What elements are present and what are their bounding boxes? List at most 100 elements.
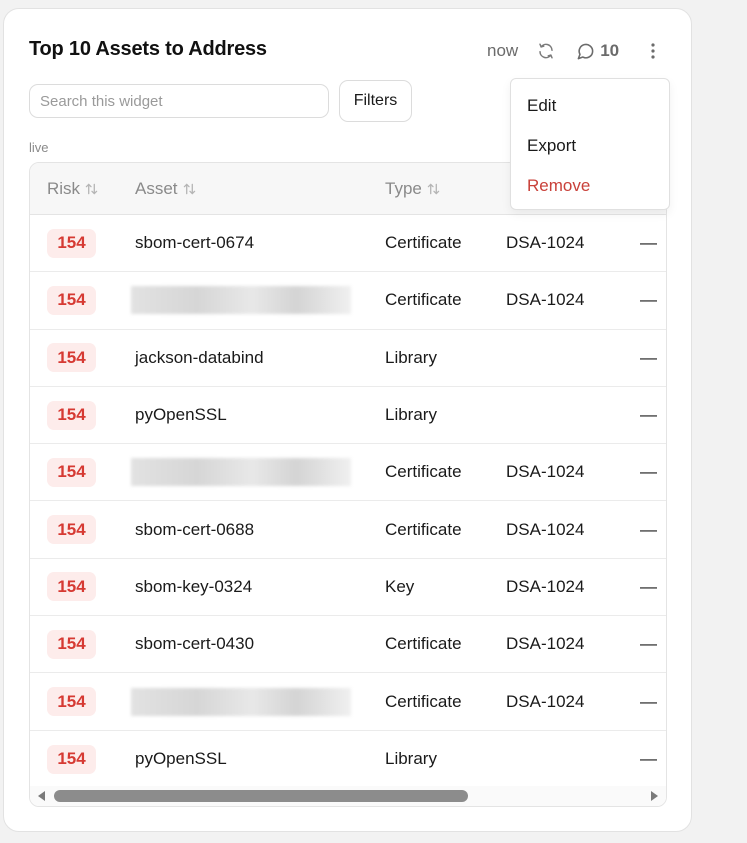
type-cell: Key (385, 576, 415, 596)
sort-icon (183, 183, 195, 195)
extra-cell: — (640, 347, 657, 367)
risk-score-badge: 154 (47, 457, 96, 487)
risk-score-badge: 154 (47, 285, 96, 315)
extra-cell: — (640, 576, 657, 596)
redacted-asset-name (131, 687, 351, 716)
asset-cell: sbom-cert-0688 (135, 501, 254, 557)
extra-cell: — (640, 749, 657, 769)
comment-count: 10 (600, 41, 620, 60)
scrollbar-thumb[interactable] (54, 790, 468, 802)
table-body: 154 sbom-cert-0674 Certificate DSA-1024—154… (30, 215, 666, 788)
risk-cell: 154 (47, 215, 96, 271)
header-actions: now 10 (487, 39, 657, 63)
risk-cell: 154 (47, 387, 96, 443)
asset-name: sbom-cert-0430 (135, 634, 255, 654)
column-header-risk[interactable]: Risk (47, 163, 98, 215)
risk-cell: 154 (47, 444, 96, 500)
refresh-icon (539, 43, 553, 59)
algorithm-cell: DSA-1024 (506, 634, 585, 654)
table-row[interactable]: 154 Certificate DSA-1024 — (30, 444, 666, 502)
comments-button[interactable]: 10 (576, 41, 619, 61)
algorithm-cell: DSA-1024 (506, 462, 585, 482)
risk-cell: 154 (47, 616, 96, 672)
table-row[interactable]: 154 Certificate DSA-1024 — (30, 272, 666, 330)
type-cell: Library (385, 405, 437, 425)
type-cell: Library (385, 347, 437, 367)
extra-cell: — (640, 233, 657, 253)
refresh-button[interactable] (536, 41, 556, 61)
algorithm-cell: DSA-1024 (506, 233, 585, 253)
risk-cell: 154 (47, 559, 96, 615)
type-cell: Certificate (385, 290, 462, 310)
extra-cell: — (640, 691, 657, 711)
risk-cell: 154 (47, 330, 96, 386)
asset-name: sbom-key-0324 (135, 576, 253, 596)
risk-score-badge: 154 (47, 515, 96, 545)
more-options-button[interactable] (649, 41, 657, 61)
asset-cell: sbom-cert-0430 (135, 616, 254, 672)
table-row[interactable]: 154 pyOpenSSL Library — (30, 731, 666, 788)
asset-cell (131, 444, 351, 500)
column-label: Type (385, 179, 422, 198)
asset-cell: sbom-key-0324 (135, 559, 252, 615)
asset-name: pyOpenSSL (135, 749, 227, 769)
column-label: Asset (135, 179, 178, 198)
type-cell: Certificate (385, 519, 462, 539)
updated-label: now (487, 41, 519, 60)
scroll-left-arrow-icon[interactable] (38, 791, 45, 801)
asset-cell: sbom-cert-0674 (135, 215, 254, 271)
table-row[interactable]: 154 sbom-cert-0688 Certificate DSA-1024 — (30, 501, 666, 559)
algorithm-cell: DSA-1024 (506, 576, 585, 596)
type-cell: Certificate (385, 634, 462, 654)
type-cell: Certificate (385, 462, 462, 482)
table-row[interactable]: 154 sbom-key-0324 Key DSA-1024 — (30, 559, 666, 617)
asset-cell: jackson-databind (135, 330, 264, 386)
asset-cell: pyOpenSSL (135, 387, 227, 443)
asset-cell: pyOpenSSL (135, 731, 227, 788)
table-row[interactable]: 154 sbom-cert-0674 Certificate DSA-1024 — (30, 215, 666, 273)
risk-score-badge: 154 (47, 744, 96, 774)
table-row[interactable]: 154 jackson-databind Library — (30, 330, 666, 387)
assets-table: Risk Asset Type 154 sbom-cert-0674 Certifi… (29, 162, 667, 807)
asset-name: sbom-cert-0674 (135, 233, 255, 253)
asset-name: sbom-cert-0688 (135, 519, 255, 539)
risk-score-badge: 154 (47, 687, 96, 717)
extra-cell: — (640, 405, 657, 425)
menu-item-export[interactable]: Export (527, 136, 576, 156)
column-header-asset[interactable]: Asset (135, 163, 196, 215)
menu-item-edit[interactable]: Edit (527, 96, 556, 116)
risk-score-badge: 154 (47, 572, 96, 602)
risk-score-badge: 154 (47, 343, 96, 373)
column-header-type[interactable]: Type (385, 163, 440, 215)
risk-score-badge: 154 (47, 629, 96, 659)
redacted-asset-name (131, 458, 351, 487)
widget-title: Top 10 Assets to Address (29, 38, 267, 60)
risk-score-badge: 154 (47, 228, 96, 258)
widget-card: Top 10 Assets to Address now 10 F (3, 8, 692, 832)
horizontal-scrollbar[interactable] (30, 786, 666, 806)
more-vertical-icon (651, 43, 655, 59)
redacted-asset-name (131, 286, 351, 315)
table-row[interactable]: 154 pyOpenSSL Library — (30, 387, 666, 445)
extra-cell: — (640, 634, 657, 654)
risk-score-badge: 154 (47, 400, 96, 430)
risk-cell: 154 (47, 501, 96, 557)
filters-button[interactable]: Filters (339, 80, 412, 122)
options-menu: Edit Export Remove (510, 78, 670, 210)
type-cell: Library (385, 749, 437, 769)
extra-cell: — (640, 519, 657, 539)
search-input[interactable] (29, 84, 329, 118)
scroll-right-arrow-icon[interactable] (651, 791, 658, 801)
menu-item-remove[interactable]: Remove (527, 176, 590, 196)
asset-name: pyOpenSSL (135, 405, 227, 425)
algorithm-cell: DSA-1024 (506, 290, 585, 310)
risk-cell: 154 (47, 673, 96, 729)
type-cell: Certificate (385, 691, 462, 711)
comment-icon (577, 43, 594, 59)
type-cell: Certificate (385, 233, 462, 253)
table-row[interactable]: 154 sbom-cert-0430 Certificate DSA-1024 — (30, 616, 666, 674)
live-status-label: live (29, 140, 49, 155)
table-row[interactable]: 154 Certificate DSA-1024 — (30, 673, 666, 731)
asset-cell (131, 272, 351, 328)
algorithm-cell: DSA-1024 (506, 519, 585, 539)
